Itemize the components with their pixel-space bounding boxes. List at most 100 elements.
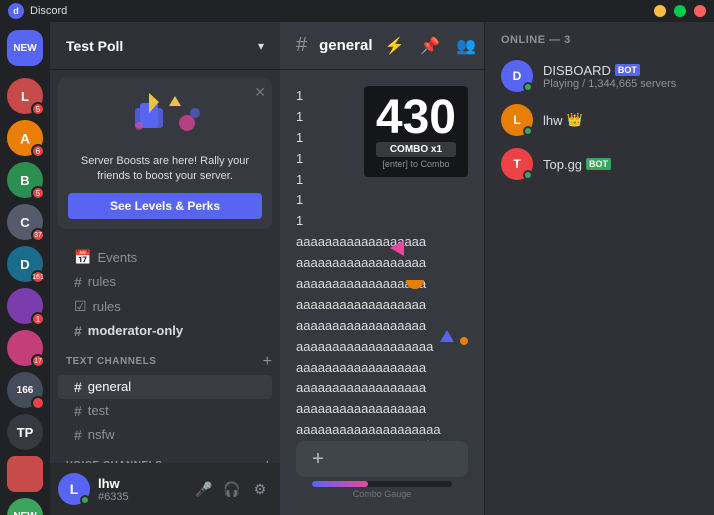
topgg-bot-tag: BOT <box>586 158 611 170</box>
msg-a3: aaaaaaaaaaaaaaaaaa <box>280 274 484 295</box>
boost-icon-area <box>125 88 205 148</box>
server-list: NEW L 5 A 6 B 5 C 37 D 161 1 <box>0 22 50 515</box>
disboard-avatar-wrap: D <box>501 60 533 92</box>
members-icon[interactable]: 👥 <box>456 36 476 56</box>
main-content: # general ⚡ 📌 👥 Search 🔍 📥 ❓ 430 COMBO x… <box>280 22 484 515</box>
server-icon-new[interactable]: NEW <box>7 30 43 66</box>
deafen-button[interactable]: 🎧 <box>220 477 244 501</box>
lhw-status <box>523 126 533 136</box>
server-icon-12[interactable]: NEW <box>7 498 43 515</box>
channel-name-events: Events <box>97 250 264 265</box>
msg-a10: aaaaaaaaaaaaaaaaaaaa <box>280 420 484 441</box>
app-body: NEW L 5 A 6 B 5 C 37 D 161 1 <box>0 22 714 515</box>
topgg-avatar-wrap: T <box>501 148 533 180</box>
channel-item-test[interactable]: # test <box>58 399 272 423</box>
server-icon-10[interactable]: TP <box>7 414 43 450</box>
sw5: C 37 <box>7 204 43 240</box>
member-item-lhw[interactable]: L lhw 👑 <box>489 98 710 142</box>
channel-item-general[interactable]: # general 👤 ⚙ <box>58 375 272 399</box>
disboard-name: DISBOARD <box>543 63 611 78</box>
channel-name-general: general <box>88 379 228 394</box>
message-input[interactable] <box>336 441 484 477</box>
text-channels-label: TEXT CHANNELS <box>66 356 156 367</box>
msg-a6: aaaaaaaaaaaaaaaaaaa <box>280 337 484 358</box>
invite-icon[interactable]: 👤 <box>234 380 249 394</box>
user-info: lhw #6335 <box>98 476 184 503</box>
server-badge-2: 5 <box>31 102 45 116</box>
user-settings-button[interactable]: ⚙ <box>248 477 272 501</box>
channel-item-moderator-only[interactable]: # moderator-only <box>58 319 272 343</box>
channel-name-nsfw: nsfw <box>88 427 264 442</box>
lhw-info: lhw 👑 <box>543 112 698 128</box>
server-badge-3: 6 <box>31 144 45 158</box>
boost-button[interactable]: See Levels & Perks <box>68 193 262 219</box>
combo-hint: [enter] to Combo <box>376 159 456 169</box>
voice-channels-category[interactable]: VOICE CHANNELS + <box>50 451 280 463</box>
topgg-status <box>523 170 533 180</box>
text-channels-section: TEXT CHANNELS + # general 👤 ⚙ # test # <box>50 347 280 447</box>
text-channels-add-icon[interactable]: + <box>263 353 272 371</box>
minimize-button[interactable]: – <box>654 5 666 17</box>
user-avatar-wrapper: L <box>58 473 90 505</box>
threads-icon[interactable]: ⚡ <box>384 36 404 56</box>
pin-icon[interactable]: 📌 <box>420 36 440 56</box>
chevron-down-icon: ▾ <box>258 39 264 53</box>
check-icon-rules2: ☑ <box>74 298 87 315</box>
window-controls: – □ ✕ <box>654 5 706 17</box>
channel-sidebar: Test Poll ▾ ✕ Server Boost <box>50 22 280 515</box>
member-item-topgg[interactable]: T Top.gg BOT <box>489 142 710 186</box>
sw10: TP <box>7 414 43 450</box>
app-name: Discord <box>30 5 67 17</box>
topgg-name-row: Top.gg BOT <box>543 157 698 172</box>
text-channels-category[interactable]: TEXT CHANNELS + <box>50 347 280 375</box>
msg-a7: aaaaaaaaaaaaaaaaaa <box>280 358 484 379</box>
settings-icon[interactable]: ⚙ <box>253 380 264 394</box>
hash-icon-general: # <box>74 379 82 395</box>
combo-label: COMBO x1 <box>376 142 456 157</box>
online-header: ONLINE — 3 <box>485 34 714 54</box>
add-message-button[interactable]: + <box>300 441 336 477</box>
hash-icon-mod: # <box>74 323 82 339</box>
channel-item-rules1[interactable]: # rules <box>58 270 272 294</box>
server-name: Test Poll <box>66 38 123 54</box>
close-button[interactable]: ✕ <box>694 5 706 17</box>
combo-gauge-fill <box>312 481 368 487</box>
msg-a2: aaaaaaaaaaaaaaaaaa <box>280 253 484 274</box>
message-6: 1 <box>280 190 484 211</box>
channel-name-rules2: rules <box>93 299 264 314</box>
titlebar-left: d Discord <box>8 3 67 19</box>
server-icon-11[interactable] <box>7 456 43 492</box>
msg-a8: aaaaaaaaaaaaaaaaaa <box>280 378 484 399</box>
titlebar: d Discord – □ ✕ <box>0 0 714 22</box>
sw11 <box>7 456 43 492</box>
member-item-disboard[interactable]: D DISBOARD BOT Playing / 1,344,665 serve… <box>489 54 710 98</box>
boost-content: Server Boosts are here! Rally your frien… <box>68 88 262 219</box>
msg-a5: aaaaaaaaaaaaaaaaaa <box>280 316 484 337</box>
user-name: lhw <box>98 476 184 491</box>
channel-item-rules2[interactable]: ☑ rules <box>58 294 272 319</box>
combo-number: 430 <box>376 94 456 142</box>
channel-item-events[interactable]: 📅 Events <box>58 245 272 270</box>
hash-icon-nsfw: # <box>74 427 82 443</box>
channel-name-test: test <box>88 403 264 418</box>
combo-display: 430 COMBO x1 [enter] to Combo <box>364 86 468 177</box>
topgg-info: Top.gg BOT <box>543 157 698 172</box>
maximize-button[interactable]: □ <box>674 5 686 17</box>
boost-close-button[interactable]: ✕ <box>254 84 266 101</box>
channel-header-name: general <box>319 37 372 54</box>
svg-text:A: A <box>20 131 30 147</box>
disboard-name-row: DISBOARD BOT <box>543 63 698 78</box>
mute-button[interactable]: 🎤 <box>192 477 216 501</box>
server-badge-7: 1 <box>31 312 45 326</box>
channel-item-nsfw[interactable]: # nsfw <box>58 423 272 447</box>
channel-header-actions: ⚡ 📌 👥 Search 🔍 📥 ❓ <box>384 34 484 58</box>
hash-icon-rules1: # <box>74 274 82 290</box>
server-header[interactable]: Test Poll ▾ <box>50 22 280 70</box>
channel-name-mod: moderator-only <box>88 323 264 338</box>
channel-header: # general ⚡ 📌 👥 Search 🔍 📥 ❓ <box>280 22 484 70</box>
combo-gauge-label: Combo Gauge <box>296 489 468 499</box>
message-7: 1 <box>280 211 484 232</box>
user-status-indicator <box>80 495 90 505</box>
channel-name-rules1: rules <box>88 274 264 289</box>
lhw-name: lhw <box>543 113 563 128</box>
